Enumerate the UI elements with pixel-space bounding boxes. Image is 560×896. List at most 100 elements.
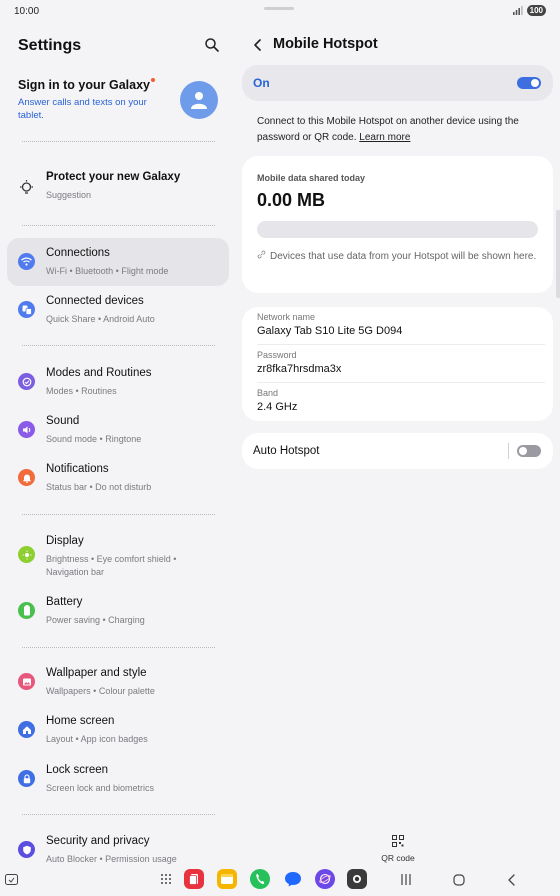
qr-code-button[interactable]: QR code xyxy=(380,834,416,863)
notes-app-icon[interactable] xyxy=(217,869,237,889)
battery-icon xyxy=(18,602,35,619)
phone-app-icon[interactable] xyxy=(250,869,270,889)
sidebar-item-connected-devices[interactable]: Connected devices Quick Share • Android … xyxy=(7,286,229,334)
auto-hotspot-label: Auto Hotspot xyxy=(253,445,320,457)
account-title: Sign in to your Galaxy xyxy=(18,78,150,92)
settings-pane: Settings Sign in to your Galaxy Answer c… xyxy=(0,24,237,864)
master-toggle[interactable] xyxy=(517,77,541,89)
usage-note: Devices that use data from your Hotspot … xyxy=(257,250,547,264)
signal-icon xyxy=(512,6,523,15)
sidebar-item-label: Modes and Routines xyxy=(46,367,152,379)
search-icon[interactable] xyxy=(204,37,220,53)
hotspot-master-switch[interactable]: On xyxy=(242,65,553,101)
band-value: 2.4 GHz xyxy=(257,401,298,413)
qr-code-label: QR code xyxy=(381,853,415,863)
sidebar-item-display[interactable]: Display Brightness • Eye comfort shield … xyxy=(7,526,229,586)
suggestion-subtitle: Suggestion xyxy=(46,190,92,200)
home-screen-icon xyxy=(18,721,35,738)
shield-icon xyxy=(18,841,35,858)
sidebar-item-subtitle: Quick Share • Android Auto xyxy=(46,314,155,324)
sidebar-item-label: Sound xyxy=(46,415,80,427)
sidebar-item-wallpaper[interactable]: Wallpaper and style Wallpapers • Colour … xyxy=(7,658,229,706)
display-icon xyxy=(18,546,35,563)
network-details-card: Network name Galaxy Tab S10 Lite 5G D094… xyxy=(242,307,553,421)
sidebar-item-subtitle: Sound mode • Ringtone xyxy=(46,434,142,444)
auto-hotspot-row[interactable]: Auto Hotspot xyxy=(242,433,553,469)
sidebar-item-notifications[interactable]: Notifications Status bar • Do not distur… xyxy=(7,454,229,502)
password-field[interactable]: Password zr8fka7hrsdma3x xyxy=(257,350,545,375)
network-name-field[interactable]: Network name Galaxy Tab S10 Lite 5G D094 xyxy=(257,312,545,337)
sidebar-item-label: Home screen xyxy=(46,715,115,727)
edge-panel-handle[interactable] xyxy=(556,210,560,298)
password-label: Password xyxy=(257,350,297,360)
divider xyxy=(22,514,215,515)
lightbulb-icon xyxy=(20,180,33,194)
internet-app-icon[interactable] xyxy=(315,869,335,889)
back-button-icon[interactable] xyxy=(507,874,517,886)
band-field[interactable]: Band 2.4 GHz xyxy=(257,388,545,413)
notification-dot xyxy=(150,78,155,82)
divider xyxy=(22,814,215,815)
avatar[interactable] xyxy=(180,81,218,119)
notification-icon xyxy=(18,469,35,486)
lock-icon xyxy=(18,770,35,787)
suggestion-title: Protect your new Galaxy xyxy=(46,171,181,183)
sidebar-item-subtitle: Modes • Routines xyxy=(46,386,117,396)
divider xyxy=(22,647,215,648)
sidebar-item-subtitle: Power saving • Charging xyxy=(46,615,145,625)
wifi-icon xyxy=(18,253,35,270)
sidebar-item-subtitle: Wallpapers • Colour palette xyxy=(46,686,155,696)
account-sign-in[interactable]: Sign in to your Galaxy Answer calls and … xyxy=(18,78,168,122)
app-icon-red[interactable] xyxy=(184,869,204,889)
divider xyxy=(257,382,545,383)
hotspot-info: Connect to this Mobile Hotspot on anothe… xyxy=(257,116,519,143)
sidebar-item-label: Display xyxy=(46,535,84,547)
divider xyxy=(257,344,545,345)
sidebar-item-subtitle: Brightness • Eye comfort shield • Navigat… xyxy=(46,554,177,577)
band-label: Band xyxy=(257,388,279,398)
camera-app-icon[interactable] xyxy=(347,869,367,889)
recent-apps-icon[interactable] xyxy=(400,874,412,885)
hotspot-pane: Mobile Hotspot On Connect to this Mobile… xyxy=(237,24,560,864)
sidebar-item-sound[interactable]: Sound Sound mode • Ringtone xyxy=(7,406,229,454)
screenshot-icon[interactable] xyxy=(5,873,18,886)
divider xyxy=(508,443,509,459)
network-name-label: Network name xyxy=(257,312,316,322)
drag-handle[interactable] xyxy=(264,7,294,10)
sidebar-item-subtitle: Screen lock and biometrics xyxy=(46,783,155,793)
person-icon xyxy=(191,92,207,109)
status-bar: 10:00 100 xyxy=(0,0,560,24)
sidebar-item-modes-routines[interactable]: Modes and Routines Modes • Routines xyxy=(7,358,229,406)
modes-icon xyxy=(18,373,35,390)
password-value: zr8fka7hrsdma3x xyxy=(257,363,342,375)
master-switch-label: On xyxy=(253,76,270,90)
home-button-icon[interactable] xyxy=(453,874,465,886)
wallpaper-icon xyxy=(18,673,35,690)
sidebar-item-subtitle: Status bar • Do not disturb xyxy=(46,482,152,492)
learn-more-link[interactable]: Learn more xyxy=(359,132,410,143)
sidebar-item-home-screen[interactable]: Home screen Layout • App icon badges xyxy=(7,706,229,754)
sidebar-item-label: Battery xyxy=(46,596,83,608)
settings-title: Settings xyxy=(18,37,82,54)
connected-devices-icon xyxy=(18,301,35,318)
apps-grid-icon[interactable] xyxy=(160,873,172,885)
divider xyxy=(22,345,215,346)
usage-label: Mobile data shared today xyxy=(257,173,366,183)
messages-app-icon[interactable] xyxy=(283,869,303,889)
battery-indicator: 100 xyxy=(526,5,546,16)
back-arrow-icon[interactable] xyxy=(252,38,264,52)
usage-progress-bar xyxy=(257,221,538,238)
auto-hotspot-toggle[interactable] xyxy=(517,445,541,457)
sidebar-item-label: Notifications xyxy=(46,463,109,475)
sidebar-item-label: Wallpaper and style xyxy=(46,667,147,679)
suggestion-item[interactable]: Protect your new Galaxy Suggestion xyxy=(7,162,229,210)
sound-icon xyxy=(18,421,35,438)
sidebar-item-label: Security and privacy xyxy=(46,835,150,847)
data-usage-card: Mobile data shared today 0.00 MB Devices… xyxy=(242,156,553,293)
sidebar-item-label: Lock screen xyxy=(46,764,109,776)
sidebar-item-connections[interactable]: Connections Wi-Fi • Bluetooth • Flight m… xyxy=(7,238,229,286)
sidebar-item-lock-screen[interactable]: Lock screen Screen lock and biometrics xyxy=(7,755,229,803)
sidebar-item-battery[interactable]: Battery Power saving • Charging xyxy=(7,587,229,635)
sidebar-item-subtitle: Layout • App icon badges xyxy=(46,734,148,744)
usage-value: 0.00 MB xyxy=(257,190,326,210)
